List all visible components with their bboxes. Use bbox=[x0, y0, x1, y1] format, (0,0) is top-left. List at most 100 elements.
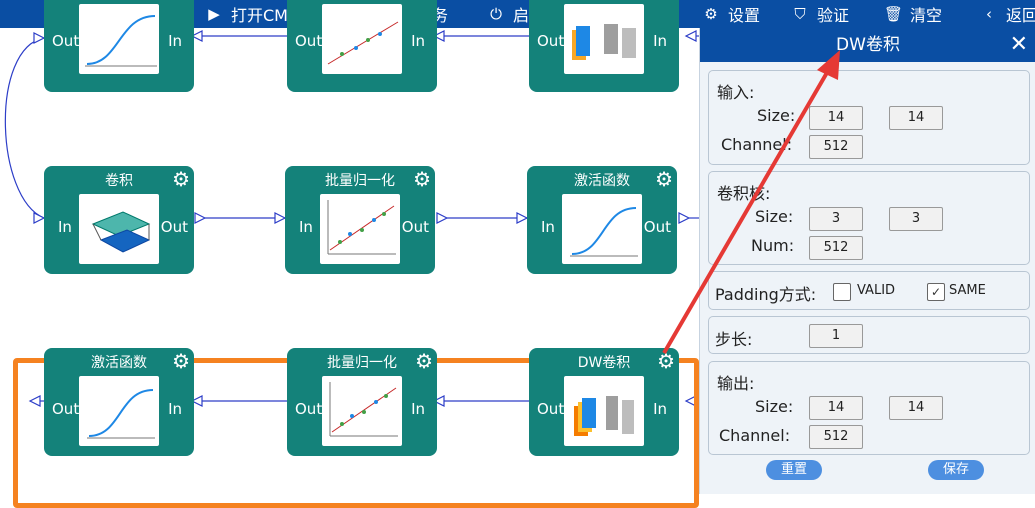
verify-button[interactable]: ⛉ 验证 bbox=[791, 4, 850, 25]
scatter-thumbnail bbox=[322, 4, 402, 74]
arrow-head bbox=[194, 212, 207, 224]
output-size-w-field[interactable]: 14 bbox=[809, 396, 863, 420]
padding-section: Padding方式: VALID ✓ SAME bbox=[708, 271, 1030, 310]
kernel-size-label: Size: bbox=[755, 207, 794, 226]
out-port[interactable]: Out bbox=[402, 218, 429, 236]
out-port[interactable]: Out bbox=[52, 32, 79, 50]
arrow-head bbox=[274, 212, 287, 224]
in-port[interactable]: In bbox=[411, 400, 425, 418]
gear-icon[interactable]: ⚙ bbox=[172, 350, 190, 372]
settings-label: 设置 bbox=[728, 6, 761, 25]
node-act-bottom[interactable]: 激活函数 ⚙ Out In bbox=[44, 348, 194, 456]
arrow-head bbox=[33, 212, 46, 224]
save-button[interactable]: 保存 bbox=[928, 460, 984, 480]
output-section: 输出: Size: 14 14 Channel: 512 bbox=[708, 361, 1030, 455]
close-icon[interactable]: ✕ bbox=[1010, 32, 1028, 58]
input-channel-label: Channel: bbox=[721, 135, 793, 154]
sigmoid-thumbnail bbox=[562, 194, 642, 264]
out-port[interactable]: Out bbox=[537, 32, 564, 50]
input-header: 输入: bbox=[717, 83, 755, 102]
in-port[interactable]: In bbox=[168, 32, 182, 50]
in-port[interactable]: In bbox=[653, 400, 667, 418]
input-size-h-field[interactable]: 14 bbox=[889, 106, 943, 130]
out-port[interactable]: Out bbox=[644, 218, 671, 236]
valid-label: VALID bbox=[857, 283, 896, 298]
in-port[interactable]: In bbox=[541, 218, 555, 236]
node-conv[interactable]: 卷积 ⚙ In Out bbox=[44, 166, 194, 274]
kernel-size-w-field[interactable]: 3 bbox=[809, 207, 863, 231]
padding-label: Padding方式: bbox=[715, 285, 817, 304]
in-port[interactable]: In bbox=[168, 400, 182, 418]
power-icon: ⏻ bbox=[490, 5, 502, 23]
gear-icon: ⚙ bbox=[704, 5, 718, 23]
output-size-label: Size: bbox=[755, 397, 794, 416]
in-port[interactable]: In bbox=[653, 32, 667, 50]
out-port[interactable]: Out bbox=[52, 400, 79, 418]
clear-label: 清空 bbox=[910, 6, 943, 25]
out-port[interactable]: Out bbox=[537, 400, 564, 418]
input-size-label: Size: bbox=[757, 106, 796, 125]
gear-icon[interactable]: ⚙ bbox=[413, 168, 431, 190]
dw-thumbnail bbox=[564, 376, 644, 446]
clear-button[interactable]: 🗑 清空 bbox=[884, 4, 943, 25]
scatter-thumbnail bbox=[320, 194, 400, 264]
same-checkbox[interactable]: ✓ bbox=[927, 283, 945, 301]
gear-icon[interactable]: ⚙ bbox=[657, 350, 675, 372]
output-channel-field[interactable]: 512 bbox=[809, 425, 863, 449]
sigmoid-thumbnail bbox=[79, 376, 159, 446]
output-channel-label: Channel: bbox=[719, 426, 791, 445]
kernel-num-field[interactable]: 512 bbox=[809, 236, 863, 260]
stride-label: 步长: bbox=[715, 330, 753, 349]
node-bn-mid[interactable]: 批量归一化 ⚙ In Out bbox=[285, 166, 435, 274]
node-bn-bottom[interactable]: 批量归一化 ⚙ Out In bbox=[287, 348, 437, 456]
input-section: 输入: Size: 14 14 Channel: 512 bbox=[708, 70, 1030, 165]
back-button[interactable]: ‹ 返回 bbox=[980, 4, 1035, 25]
conv-thumbnail bbox=[79, 194, 159, 264]
node-bn-top[interactable]: Out In bbox=[287, 0, 437, 92]
kernel-num-label: Num: bbox=[751, 236, 795, 255]
settings-button[interactable]: ⚙ 设置 bbox=[702, 4, 761, 25]
gear-icon[interactable]: ⚙ bbox=[655, 168, 673, 190]
chevron-left-icon: ‹ bbox=[986, 5, 992, 23]
reset-button[interactable]: 重置 bbox=[766, 460, 822, 480]
input-channel-field[interactable]: 512 bbox=[809, 135, 863, 159]
node-act-mid[interactable]: 激活函数 ⚙ In Out bbox=[527, 166, 677, 274]
back-label: 返回 bbox=[1006, 6, 1035, 25]
verify-label: 验证 bbox=[817, 6, 850, 25]
output-size-h-field[interactable]: 14 bbox=[889, 396, 943, 420]
in-port[interactable]: In bbox=[58, 218, 72, 236]
arrow-head bbox=[684, 30, 697, 42]
node-dw-bottom[interactable]: DW卷积 ⚙ Out In bbox=[529, 348, 679, 456]
output-header: 输出: bbox=[717, 374, 755, 393]
out-port[interactable]: Out bbox=[161, 218, 188, 236]
panel-title: DW卷积 bbox=[700, 28, 1035, 62]
out-port[interactable]: Out bbox=[295, 400, 322, 418]
node-dw-top[interactable]: Out In bbox=[529, 0, 679, 92]
out-port[interactable]: Out bbox=[295, 32, 322, 50]
in-port[interactable]: In bbox=[411, 32, 425, 50]
play-icon: ▶ bbox=[208, 5, 220, 23]
edge-top-to-conv bbox=[4, 37, 45, 219]
trash-icon: 🗑 bbox=[884, 5, 904, 23]
shield-icon: ⛉ bbox=[794, 5, 806, 23]
sigmoid-thumbnail bbox=[79, 4, 159, 74]
kernel-header: 卷积核: bbox=[717, 184, 771, 203]
kernel-section: 卷积核: Size: 3 3 Num: 512 bbox=[708, 171, 1030, 265]
property-panel: DW卷积 ✕ 输入: Size: 14 14 Channel: 512 卷积核:… bbox=[699, 28, 1035, 494]
arrow-head bbox=[678, 212, 691, 224]
flow-canvas[interactable]: Out In Out In Out In 卷积 ⚙ In Out 批量归一化 ⚙… bbox=[0, 0, 700, 508]
dw-thumbnail bbox=[564, 4, 644, 74]
node-sigmoid-top[interactable]: Out In bbox=[44, 0, 194, 92]
input-size-w-field[interactable]: 14 bbox=[809, 106, 863, 130]
arrow-head bbox=[516, 212, 529, 224]
valid-checkbox[interactable] bbox=[833, 283, 851, 301]
stride-section: 步长: 1 bbox=[708, 316, 1030, 354]
gear-icon[interactable]: ⚙ bbox=[172, 168, 190, 190]
arrow-head bbox=[33, 32, 46, 44]
stride-field[interactable]: 1 bbox=[809, 324, 863, 348]
scatter-thumbnail bbox=[322, 376, 402, 446]
in-port[interactable]: In bbox=[299, 218, 313, 236]
kernel-size-h-field[interactable]: 3 bbox=[889, 207, 943, 231]
gear-icon[interactable]: ⚙ bbox=[415, 350, 433, 372]
arrow-head bbox=[436, 212, 449, 224]
